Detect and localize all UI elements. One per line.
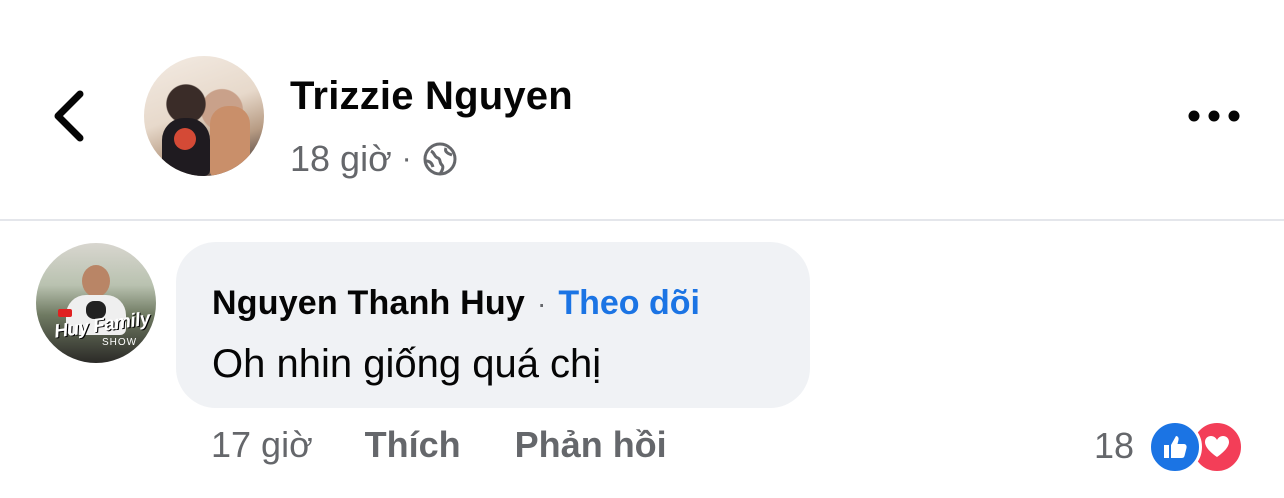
commenter-avatar[interactable]: Huy Family SHOW [36, 243, 156, 363]
reaction-summary[interactable]: 18 [1094, 420, 1245, 474]
comment-time[interactable]: 17 giờ [211, 424, 313, 466]
post-time[interactable]: 18 giờ [290, 138, 392, 180]
post-header: Trizzie Nguyen 18 giờ · [0, 0, 1284, 220]
comment-actions: 17 giờ Thích Phản hồi [211, 424, 667, 466]
reply-button[interactable]: Phản hồi [515, 424, 667, 466]
chevron-left-icon [54, 90, 84, 142]
comment-text: Oh nhin giống quá chị [212, 342, 602, 386]
author-avatar[interactable] [144, 56, 264, 176]
follow-button[interactable]: Theo dõi [558, 284, 700, 323]
like-icon [1148, 420, 1203, 474]
comment-author-name[interactable]: Nguyen Thanh Huy [212, 284, 525, 323]
header-divider [0, 219, 1284, 221]
avatar-logo-sub: SHOW [102, 337, 138, 348]
like-button[interactable]: Thích [365, 424, 461, 466]
globe-icon[interactable] [422, 141, 458, 177]
comment-author-row: Nguyen Thanh Huy · Theo dõi [212, 284, 700, 323]
author-separator: · [537, 287, 547, 319]
back-button[interactable] [40, 80, 100, 150]
more-dots-icon [1188, 110, 1240, 122]
meta-separator: · [401, 142, 412, 175]
comment-bubble: Nguyen Thanh Huy · Theo dõi Oh nhin giốn… [176, 242, 810, 408]
reaction-icons [1148, 420, 1245, 474]
post-meta: 18 giờ · [290, 138, 458, 180]
more-options-button[interactable] [1180, 100, 1250, 132]
page-title[interactable]: Trizzie Nguyen [290, 74, 573, 119]
reaction-count: 18 [1094, 425, 1135, 466]
